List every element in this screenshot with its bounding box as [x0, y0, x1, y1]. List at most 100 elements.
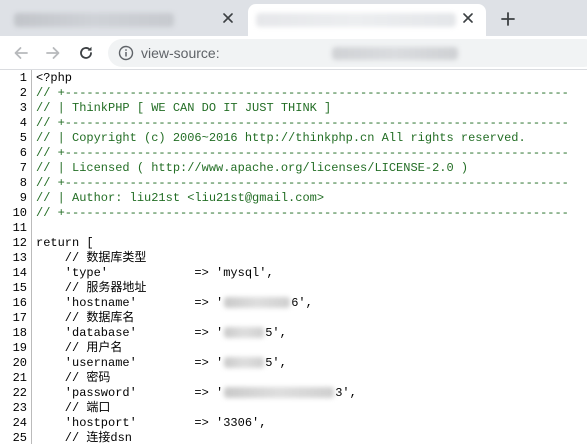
line-code: // +------------------------------------… [36, 176, 569, 191]
line-code: // 用户名 [36, 341, 123, 356]
line-number: 3 [19, 101, 27, 115]
tab-inactive[interactable] [0, 4, 246, 36]
code-text: // +------------------------------------… [36, 176, 569, 190]
line-number: 1 [19, 71, 27, 85]
line-number: 20 [12, 356, 27, 370]
code-text: 'hostport' => '3306', [36, 416, 267, 430]
code-text: return [ [36, 236, 94, 250]
line-code: return [ [36, 236, 94, 251]
source-line: 16 'hostname' => ' 6', [0, 296, 587, 311]
reload-icon [80, 46, 92, 59]
tab-title-blurred [256, 13, 456, 27]
source-line: 22 'password' => ' 3', [0, 386, 587, 401]
line-code: // | Copyright (c) 2006~2016 http://thin… [36, 131, 526, 146]
line-number: 2 [19, 86, 27, 100]
source-line: 6 // +-----------------------------------… [0, 146, 587, 161]
code-text: // | ThinkPHP [ WE CAN DO IT JUST THINK … [36, 101, 332, 115]
source-line: 4 // +-----------------------------------… [0, 116, 587, 131]
back-arrow-icon [14, 47, 28, 59]
url-text: view-source: [141, 45, 220, 61]
line-code: // | Licensed ( http://www.apache.org/li… [36, 161, 468, 176]
line-number: 7 [19, 161, 27, 175]
line-code: // | Author: liu21st <liu21st@gmail.com> [36, 191, 324, 206]
close-icon [223, 13, 233, 23]
line-number: 9 [19, 191, 27, 205]
line-code: 'password' => ' 3', [36, 386, 357, 401]
line-code: // +------------------------------------… [36, 86, 569, 101]
tab-close-button[interactable] [458, 8, 478, 28]
code-text: // 连接dsn [36, 431, 133, 445]
url-blurred [332, 47, 458, 60]
line-number: 14 [12, 266, 27, 280]
code-text: // 服务器地址 [36, 281, 147, 295]
code-text: // | Licensed ( http://www.apache.org/li… [36, 161, 469, 175]
code-text: 6', [291, 296, 313, 310]
code-text: // | Author: liu21st <liu21st@gmail.com> [36, 191, 325, 205]
line-code: // +------------------------------------… [36, 206, 569, 221]
reload-button[interactable] [73, 40, 99, 66]
code-text: // 数据库名 [36, 311, 135, 325]
code-text: // +------------------------------------… [36, 146, 569, 160]
line-code: 'database' => ' 5', [36, 326, 287, 341]
line-code: // | ThinkPHP [ WE CAN DO IT JUST THINK … [36, 101, 331, 116]
tab-close-button[interactable] [218, 8, 238, 28]
line-number: 16 [12, 296, 27, 310]
line-code: // 服务器地址 [36, 281, 147, 296]
browser-toolbar: view-source: [0, 36, 587, 70]
line-number: 21 [12, 371, 27, 385]
line-number: 11 [12, 221, 27, 235]
line-code: // 数据库类型 [36, 251, 147, 266]
source-line: 17 // 数据库名 [0, 311, 587, 326]
source-line: 19 // 用户名 [0, 341, 587, 356]
line-number: 6 [19, 146, 27, 160]
new-tab-button[interactable] [497, 8, 519, 30]
source-line: 2 // +-----------------------------------… [0, 86, 587, 101]
line-code: 'hostname' => ' 6', [36, 296, 313, 311]
forward-button[interactable] [40, 40, 66, 66]
code-text: 'hostname' => ' [36, 296, 224, 310]
source-line: 1 <?php [0, 71, 587, 86]
code-text: <?php [36, 71, 73, 85]
source-line: 3 // | ThinkPHP [ WE CAN DO IT JUST THINK… [0, 101, 587, 116]
source-view: 1 <?php 2 // +-----------------------------… [0, 70, 587, 445]
line-code: 'username' => ' 5', [36, 356, 287, 371]
source-line: 18 'database' => ' 5', [0, 326, 587, 341]
line-number: 17 [12, 311, 27, 325]
source-line: 5 // | Copyright (c) 2006~2016 http://thi… [0, 131, 587, 146]
source-line: 8 // +-----------------------------------… [0, 176, 587, 191]
redacted-value [224, 327, 265, 339]
line-code: // +------------------------------------… [36, 146, 569, 161]
line-number: 22 [12, 386, 27, 400]
line-code: // 密码 [36, 371, 111, 386]
tab-title-blurred [14, 13, 174, 27]
tab-active[interactable] [248, 4, 486, 36]
source-line: 9 // | Author: liu21st <liu21st@gmail.com… [0, 191, 587, 206]
code-text: // 数据库类型 [36, 251, 147, 265]
line-code: // +------------------------------------… [36, 116, 569, 131]
code-text: // +------------------------------------… [36, 116, 569, 130]
back-button[interactable] [8, 40, 34, 66]
code-text: 5', [265, 356, 287, 370]
line-code: 'type' => 'mysql', [36, 266, 274, 281]
code-text: 5', [265, 326, 287, 340]
address-bar[interactable]: view-source: [108, 39, 587, 67]
source-line: 11 [0, 221, 587, 236]
code-text: // | Copyright (c) 2006~2016 http://thin… [36, 131, 526, 145]
redacted-value [224, 357, 265, 369]
code-text: // +------------------------------------… [36, 86, 569, 100]
line-number: 12 [12, 236, 27, 250]
code-text: 'password' => ' [36, 386, 224, 400]
line-number: 19 [12, 341, 27, 355]
code-text: // 用户名 [36, 341, 123, 355]
line-code: // 数据库名 [36, 311, 135, 326]
line-number: 24 [12, 416, 27, 430]
code-text: 'username' => ' [36, 356, 224, 370]
source-line: 24 'hostport' => '3306', [0, 416, 587, 431]
close-icon [463, 13, 473, 23]
forward-arrow-icon [46, 47, 60, 59]
line-number: 23 [12, 401, 27, 415]
line-number: 15 [12, 281, 27, 295]
line-number: 4 [19, 116, 27, 130]
source-line: 10 // +----------------------------------… [0, 206, 587, 221]
info-icon[interactable] [118, 45, 134, 61]
